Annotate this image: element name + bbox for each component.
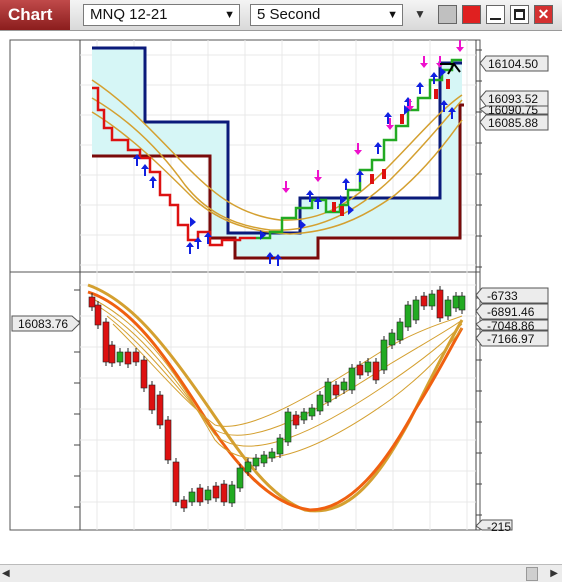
indicator-tag-text: -6891.46: [487, 305, 535, 319]
dropdown-arrow-icon: ▼: [387, 9, 398, 21]
price-bar: [340, 206, 344, 216]
candle-body: [356, 364, 364, 376]
candle-body: [436, 289, 444, 319]
candle-body: [284, 411, 292, 443]
candle-body: [332, 384, 340, 396]
candle-body: [156, 394, 164, 426]
minimize-icon[interactable]: [486, 5, 505, 24]
candle-body: [388, 332, 396, 346]
candle-body: [220, 483, 228, 503]
candle-body: [204, 489, 212, 501]
candle-body: [94, 304, 102, 326]
candle-body: [108, 344, 116, 364]
candle-body: [132, 351, 140, 363]
price-tag-text: 16104.50: [488, 57, 538, 71]
candle-body: [124, 351, 132, 365]
candle-body: [148, 384, 156, 411]
candle-body: [260, 454, 268, 464]
candle-body: [316, 394, 324, 412]
candle-body: [372, 361, 380, 381]
maximize-icon[interactable]: [510, 5, 529, 24]
candle-body: [212, 485, 220, 499]
indicator-tag: -6733: [475, 287, 549, 304]
gray-square-icon[interactable]: [438, 5, 457, 24]
interval-label: 5 Second: [257, 6, 321, 23]
candle-body: [452, 295, 460, 309]
candle-body: [324, 381, 332, 403]
indicator-tag: -6891.46: [475, 303, 549, 320]
candle-body: [276, 437, 284, 455]
indicator-bottom-tag-text: -215: [487, 520, 511, 534]
horizontal-scrollbar[interactable]: ◀ ▶: [0, 564, 562, 582]
indicator-left-tag-text: 16083.76: [18, 317, 68, 331]
candle-body: [420, 295, 428, 307]
candle-body: [172, 461, 180, 503]
scroll-right-icon[interactable]: ▶: [550, 568, 558, 579]
candle-body: [348, 367, 356, 391]
candle-body: [444, 299, 452, 317]
scroll-left-icon[interactable]: ◀: [2, 568, 10, 579]
candle-body: [412, 299, 420, 321]
price-bar: [370, 174, 374, 184]
candle-body: [252, 457, 260, 467]
interval-dropdown[interactable]: 5 Second ▼: [250, 4, 403, 26]
candle-body: [380, 339, 388, 371]
price-bar: [446, 79, 450, 89]
dropdown-arrow-icon: ▼: [224, 9, 235, 21]
toolbar: Chart MNQ 12-21 ▼ 5 Second ▼ ▼ ✕: [0, 0, 562, 31]
price-bar: [400, 114, 404, 124]
candle-body: [458, 295, 466, 311]
instrument-dropdown[interactable]: MNQ 12-21 ▼: [83, 4, 240, 26]
candle-body: [102, 321, 110, 363]
candle-body: [364, 361, 372, 373]
candle-body: [300, 411, 308, 421]
scroll-thumb[interactable]: [526, 567, 538, 581]
indicator-tag-text: -6733: [487, 289, 518, 303]
chart-area[interactable]: 16104.50 16093.52 16090.75 16085.88 1608…: [0, 30, 562, 560]
menu-arrow-icon[interactable]: ▼: [414, 7, 426, 21]
price-bar: [434, 89, 438, 99]
candle-body: [268, 451, 276, 459]
indicator-tag: -7166.97: [475, 330, 549, 347]
close-icon[interactable]: ✕: [534, 5, 553, 24]
candle-body: [188, 491, 196, 503]
price-tag: 16085.88: [479, 114, 549, 131]
candle-body: [404, 304, 412, 328]
chart-window: Chart MNQ 12-21 ▼ 5 Second ▼ ▼ ✕ 16104.5…: [0, 0, 562, 582]
price-tag: 16104.50: [479, 55, 549, 72]
candle-body: [292, 414, 300, 426]
candle-body: [396, 321, 404, 341]
candle-body: [340, 381, 348, 391]
indicator-tag-text: -7166.97: [487, 332, 535, 346]
price-bar: [332, 202, 336, 212]
indicator-left-tag: 16083.76: [11, 315, 81, 332]
price-bar: [382, 169, 386, 179]
candle-body: [196, 487, 204, 503]
chart-tab[interactable]: Chart: [0, 0, 70, 30]
candle-body: [116, 351, 124, 363]
candle-body: [308, 407, 316, 417]
price-tag-text: 16085.88: [488, 116, 538, 130]
candle-body: [236, 467, 244, 489]
instrument-label: MNQ 12-21: [90, 6, 168, 23]
candle-body: [88, 296, 96, 308]
candle-body: [428, 293, 436, 307]
candle-body: [244, 461, 252, 473]
red-square-icon[interactable]: [462, 5, 481, 24]
candle-body: [164, 419, 172, 461]
candle-body: [140, 359, 148, 389]
indicator-bottom-tag: -215: [475, 519, 513, 534]
candle-body: [228, 484, 236, 504]
candle-body: [180, 499, 188, 509]
